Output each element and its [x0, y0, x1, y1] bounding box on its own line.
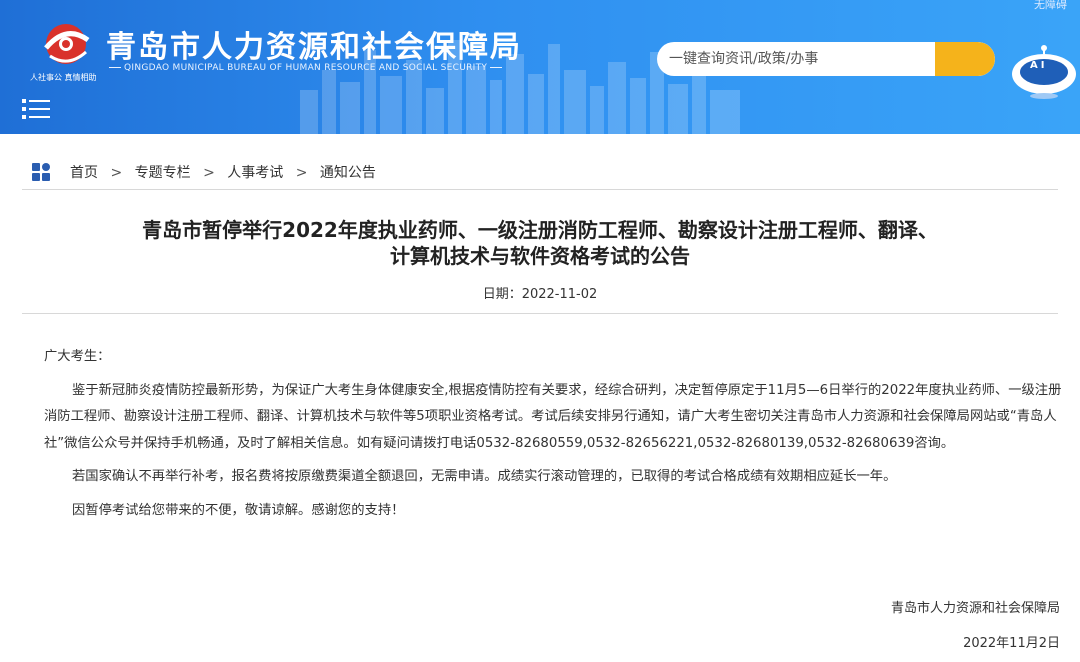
breadcrumb-personnel-exams[interactable]: 人事考试: [227, 165, 283, 181]
site-header: 人社事公 真情相助 青岛市人力资源和社会保障局 QINGDAO MUNICIPA…: [0, 0, 1080, 134]
accessibility-link[interactable]: 无障碍: [1034, 0, 1067, 12]
logo-emblem-icon[interactable]: [30, 18, 102, 78]
article-date: 日期：2022-11-02: [0, 283, 1080, 302]
date-value: 2022-11-02: [521, 287, 598, 302]
article-title-line2: 计算机技术与软件资格考试的公告: [390, 244, 690, 268]
site-subtitle-text: QINGDAO MUNICIPAL BUREAU OF HUMAN RESOUR…: [124, 63, 488, 73]
breadcrumb-separator: >: [203, 165, 215, 181]
divider: [22, 313, 1058, 314]
article-body: 广大考生： 鉴于新冠肺炎疫情防控最新形势，为保证广大考生身体健康安全,根据疫情防…: [44, 344, 1062, 524]
breadcrumb-separator: >: [110, 165, 123, 181]
breadcrumb-items: 首页 > 专题专栏 > 人事考试 > 通知公告: [70, 162, 376, 182]
breadcrumb-home[interactable]: 首页: [70, 165, 98, 181]
search-box: [657, 42, 995, 76]
logo-tagline: 人社事公 真情相助: [30, 73, 97, 82]
site-subtitle: QINGDAO MUNICIPAL BUREAU OF HUMAN RESOUR…: [106, 63, 505, 73]
paragraph-3: 因暂停考试给您带来的不便，敬请谅解。感谢您的支持！: [72, 502, 405, 518]
article-title-line1: 青岛市暂停举行2022年度执业药师、一级注册消防工程师、勘察设计注册工程师、翻译…: [142, 218, 938, 242]
ai-robot-icon[interactable]: [1008, 44, 1080, 100]
site-title[interactable]: 青岛市人力资源和社会保障局: [106, 22, 522, 66]
search-input[interactable]: [657, 42, 939, 76]
ai-label: AI: [1030, 60, 1048, 71]
paragraph-2: 若国家确认不再举行补考，报名费将按原缴费渠道全额退回，无需申请。成绩实行滚动管理…: [72, 469, 897, 484]
breadcrumb-separator: >: [295, 165, 308, 181]
breadcrumb-special-topics[interactable]: 专题专栏: [135, 165, 191, 181]
menu-icon[interactable]: [22, 98, 50, 120]
signature-organization: 青岛市人力资源和社会保障局: [890, 601, 1060, 616]
date-label: 日期：: [482, 287, 522, 302]
article-title: 青岛市暂停举行2022年度执业药师、一级注册消防工程师、勘察设计注册工程师、翻译…: [90, 217, 990, 269]
breadcrumb: 首页 > 专题专栏 > 人事考试 > 通知公告: [22, 153, 1058, 190]
search-button[interactable]: [935, 42, 995, 76]
grid-icon: [32, 163, 50, 181]
paragraph-1: 鉴于新冠肺炎疫情防控最新形势，为保证广大考生身体健康安全,根据疫情防控有关要求，…: [44, 382, 1062, 451]
salutation: 广大考生：: [44, 349, 111, 364]
signature-date: 2022年11月2日: [963, 636, 1060, 651]
breadcrumb-notices[interactable]: 通知公告: [320, 165, 376, 181]
